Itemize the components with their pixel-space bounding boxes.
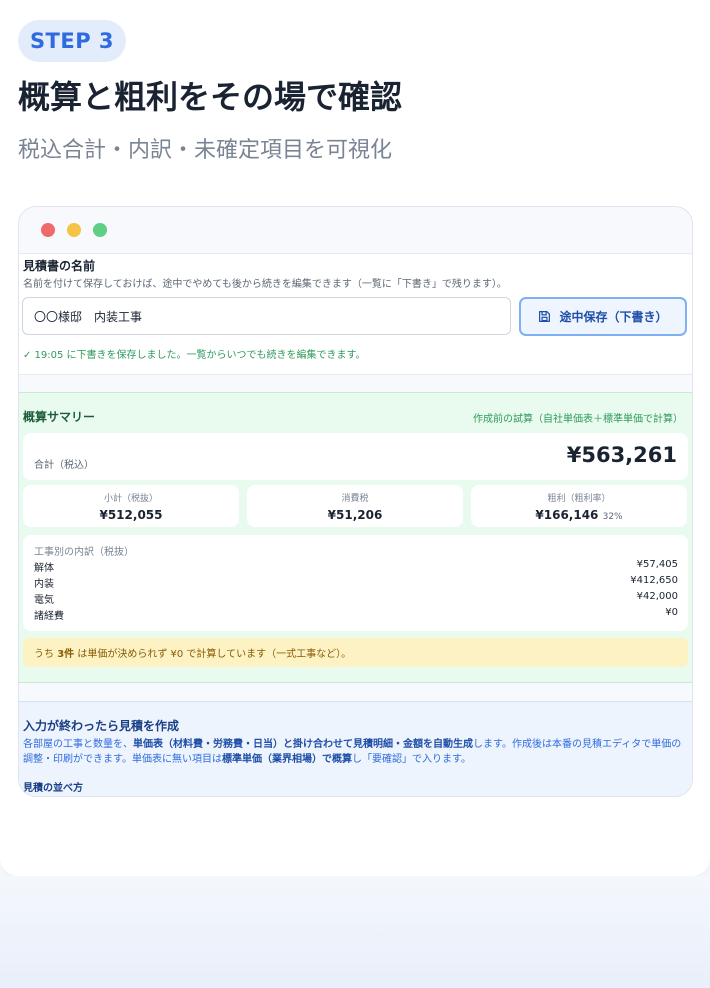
- subtotal-value: ¥512,055: [99, 508, 163, 522]
- breakdown-value: ¥412,650: [630, 575, 678, 586]
- estimate-summary-panel: 概算サマリー 作成前の試算（自社単価表＋標準単価で計算） 合計（税込） ¥563…: [19, 392, 692, 683]
- estimate-name-title: 見積書の名前: [23, 259, 96, 273]
- gross-profit-label: 粗利（粗利率）: [547, 494, 611, 504]
- summary-note: 作成前の試算（自社単価表＋標準単価で計算）: [473, 414, 683, 425]
- breakdown-label: 電気: [34, 595, 54, 606]
- warning-prefix: うち: [34, 649, 54, 660]
- description-text: 各部屋の工事と数量を、: [23, 739, 133, 750]
- save-icon: [539, 311, 551, 322]
- breakdown-card: 工事別の内訳（税抜） 解体 ¥57,405 内装 ¥412,650 電気 ¥42…: [23, 535, 688, 631]
- description-text: し「要確認」で入ります。: [352, 754, 471, 765]
- gross-profit-value-line: ¥166,146 32%: [471, 508, 687, 522]
- breakdown-value: ¥57,405: [636, 559, 678, 570]
- description-emphasis: 標準単価（業界相場）で概算: [222, 754, 352, 765]
- breakdown-label: 内装: [34, 579, 54, 590]
- app-window-mockup: 見積書の名前 名前を付けて保存しておけば、途中でやめても後から続きを編集できます…: [18, 206, 693, 797]
- estimate-name-panel: 見積書の名前 名前を付けて保存しておけば、途中でやめても後から続きを編集できます…: [19, 253, 692, 375]
- unpriced-items-warning: うち 3件 は単価が決められず ¥0 で計算しています（一式工事など）。: [23, 638, 688, 667]
- estimate-name-input[interactable]: [22, 297, 511, 335]
- total-value: ¥563,261: [566, 443, 677, 467]
- background-gradient: [0, 876, 710, 988]
- step-badge: STEP 3: [18, 20, 126, 62]
- window-controls: [41, 223, 107, 237]
- subtotal-label: 小計（税抜）: [103, 494, 158, 504]
- create-estimate-description: 各部屋の工事と数量を、単価表（材料費・労務費・日当）と掛け合わせて見積明細・金額…: [23, 737, 688, 767]
- gross-profit-value: ¥166,146: [535, 508, 599, 522]
- create-estimate-panel: 入力が終わったら見積を作成 各部屋の工事と数量を、単価表（材料費・労務費・日当）…: [19, 701, 692, 796]
- total-label: 合計（税込）: [34, 460, 94, 471]
- breakdown-row: 電気 ¥42,000: [34, 591, 678, 607]
- breakdown-title: 工事別の内訳（税抜）: [34, 547, 134, 558]
- save-draft-button[interactable]: 途中保存（下書き）: [519, 297, 687, 336]
- subheadline: 税込合計・内訳・未確定項目を可視化: [18, 138, 393, 163]
- total-card: 合計（税込） ¥563,261: [23, 433, 688, 480]
- save-status-message: ✓ 19:05 に下書きを保存しました。一覧からいつでも続きを編集できます。: [23, 350, 366, 361]
- breakdown-row: 諸経費 ¥0: [34, 607, 678, 623]
- breakdown-label: 解体: [34, 563, 54, 574]
- breakdown-label: 諸経費: [34, 611, 64, 622]
- create-estimate-title: 入力が終わったら見積を作成: [23, 719, 180, 733]
- description-emphasis: 単価表（材料費・労務費・日当）と掛け合わせて見積明細・金額を自動生成: [133, 739, 473, 750]
- breakdown-row: 解体 ¥57,405: [34, 559, 678, 575]
- breakdown-row: 内装 ¥412,650: [34, 575, 678, 591]
- headline: 概算と粗利をその場で確認: [18, 78, 403, 116]
- tax-label: 消費税: [341, 494, 369, 504]
- summary-title: 概算サマリー: [23, 410, 96, 424]
- warning-text: は単価が決められず ¥0 で計算しています（一式工事など）。: [77, 649, 352, 660]
- estimate-order-heading: 見積の並べ方: [23, 783, 83, 794]
- estimate-name-description: 名前を付けて保存しておけば、途中でやめても後から続きを編集できます（一覧に「下書…: [23, 279, 507, 290]
- breakdown-value: ¥0: [665, 607, 678, 618]
- gross-profit-rate: 32%: [602, 512, 623, 522]
- tax-value: ¥51,206: [327, 508, 383, 522]
- save-draft-label: 途中保存（下書き）: [559, 310, 668, 324]
- breakdown-value: ¥42,000: [636, 591, 678, 602]
- close-dot-icon: [41, 223, 55, 237]
- maximize-dot-icon: [93, 223, 107, 237]
- tax-card: 消費税 ¥51,206: [247, 485, 463, 527]
- subtotal-card: 小計（税抜） ¥512,055: [23, 485, 239, 527]
- gross-profit-card: 粗利（粗利率） ¥166,146 32%: [471, 485, 687, 527]
- minimize-dot-icon: [67, 223, 81, 237]
- warning-count: 3件: [57, 649, 75, 660]
